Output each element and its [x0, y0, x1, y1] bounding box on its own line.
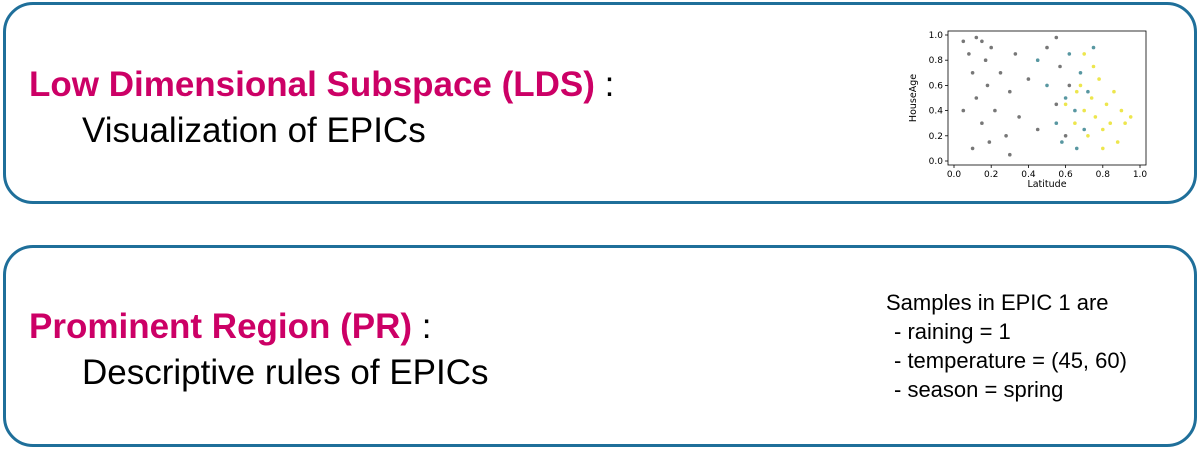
scatter-point-0-12	[1004, 134, 1008, 138]
y-tick-label-1: 0.2	[929, 132, 943, 142]
scatter-point-2-13	[1119, 108, 1124, 113]
y-tick-label-5: 1.0	[929, 31, 944, 41]
lds-subtitle: Visualization of EPICs	[82, 111, 426, 150]
scatter-point-2-11	[1112, 89, 1116, 94]
scatter-point-0-6	[983, 58, 988, 62]
scatter-point-2-15	[1128, 115, 1133, 119]
scatter-point-0-1	[967, 52, 971, 56]
scatter-point-0-18	[1045, 45, 1049, 50]
scatter-point-1-9	[1091, 45, 1096, 50]
scatter-point-0-14	[1013, 52, 1018, 56]
scatter-point-2-19	[1074, 89, 1079, 94]
scatter-point-1-1	[1045, 83, 1049, 88]
scatter-point-1-7	[1082, 127, 1086, 132]
scatter-point-2-5	[1089, 96, 1094, 100]
scatter-point-0-24	[970, 146, 975, 151]
scatter-point-0-19	[1054, 102, 1059, 107]
scatter-point-2-18	[1101, 146, 1105, 151]
rule-temperature: - temperature = (45, 60)	[894, 348, 1127, 373]
rule-season: - season = spring	[894, 377, 1064, 402]
x-axis-label: Latitude	[1027, 179, 1066, 190]
scatter-point-2-17	[1082, 52, 1086, 56]
scatter-plot: 0.0 0.2 0.4 0.6 0.8 1.00.00.20.40.60.81.0Lati…	[908, 30, 1148, 190]
scatter-point-1-5	[1073, 108, 1077, 113]
y-tick-label-0: 0.0	[929, 157, 944, 167]
scatter-point-2-12	[1115, 140, 1120, 144]
scatter-point-0-17	[1035, 127, 1040, 132]
scatter-point-0-2	[970, 71, 975, 75]
x-tick-label-0: 0.0	[947, 170, 962, 180]
scatter-point-2-14	[1123, 121, 1127, 125]
y-tick-label-3: 0.6	[929, 81, 944, 91]
scatter-point-1-2	[1054, 121, 1059, 125]
scatter-point-0-15	[1017, 115, 1021, 119]
scatter-point-2-1	[1073, 121, 1077, 125]
scatter-point-0-3	[974, 96, 979, 100]
scatter-point-2-9	[1104, 102, 1109, 107]
scatter-point-0-7	[985, 83, 990, 88]
scatter-point-1-11	[1074, 146, 1079, 151]
scatter-point-0-23	[1008, 152, 1012, 157]
rule-raining: - raining = 1	[894, 319, 1011, 344]
scatter-point-1-6	[1078, 71, 1083, 75]
scatter-point-2-6	[1093, 115, 1098, 119]
scatter-point-2-3	[1082, 108, 1086, 113]
scatter-point-0-27	[974, 35, 979, 40]
scatter-point-0-4	[980, 39, 984, 44]
scatter-point-0-13	[1008, 89, 1012, 94]
scatter-point-2-8	[1101, 127, 1105, 132]
scatter-point-0-11	[998, 71, 1003, 75]
pr-title: Prominent Region (PR)	[29, 307, 413, 346]
scatter-point-1-4	[1067, 52, 1072, 56]
scatter-point-1-0	[1035, 58, 1040, 62]
scatter-point-1-8	[1086, 89, 1090, 94]
lds-heading: Low Dimensional Subspace (LDS) :	[29, 65, 614, 105]
y-tick-label-4: 0.8	[929, 56, 944, 66]
scatter-point-0-16	[1026, 77, 1031, 81]
scatter-point-0-8	[987, 140, 992, 144]
scatter-point-0-0	[961, 39, 966, 44]
x-tick-label-1: 0.2	[984, 170, 998, 180]
lds-panel: Low Dimensional Subspace (LDS) : Visuali…	[3, 2, 1197, 204]
y-tick-label-2: 0.4	[929, 107, 944, 117]
rules-title: Samples in EPIC 1 are	[886, 290, 1109, 315]
x-tick-label-4: 0.8	[1096, 170, 1111, 180]
x-tick-label-5: 1.0	[1133, 170, 1148, 180]
scatter-point-0-22	[1067, 83, 1072, 88]
plot-axes: 0.0 0.2 0.4 0.6 0.8 1.00.00.20.40.60.81.0Lati…	[908, 30, 1148, 190]
scatter-point-0-26	[1054, 35, 1059, 40]
scatter-point-0-9	[989, 45, 993, 50]
scatter-point-0-21	[1063, 134, 1068, 138]
scatter-point-2-16	[1091, 64, 1096, 69]
scatter-point-0-5	[980, 121, 984, 125]
scatter-point-2-7	[1097, 77, 1101, 81]
scatter-point-0-10	[993, 108, 997, 113]
scatter-point-1-3	[1063, 96, 1068, 100]
plot-points	[961, 35, 1133, 157]
pr-panel: Prominent Region (PR) : Descriptive rule…	[3, 245, 1197, 447]
pr-subtitle: Descriptive rules of EPICs	[82, 353, 489, 392]
y-axis-label: HouseAge	[908, 74, 919, 122]
lds-title: Low Dimensional Subspace (LDS)	[29, 65, 595, 104]
scatter-point-2-2	[1078, 83, 1083, 88]
pr-heading: Prominent Region (PR) :	[29, 307, 432, 347]
pr-colon: :	[421, 307, 432, 346]
scatter-point-2-4	[1086, 134, 1090, 138]
scatter-point-2-0	[1063, 102, 1068, 107]
rules-box: Samples in EPIC 1 are - raining = 1 - te…	[886, 288, 1127, 404]
lds-colon: :	[604, 65, 615, 104]
scatter-point-2-10	[1108, 121, 1113, 125]
scatter-point-0-25	[961, 108, 966, 113]
scatter-point-0-20	[1058, 64, 1062, 69]
scatter-point-1-10	[1060, 140, 1064, 144]
